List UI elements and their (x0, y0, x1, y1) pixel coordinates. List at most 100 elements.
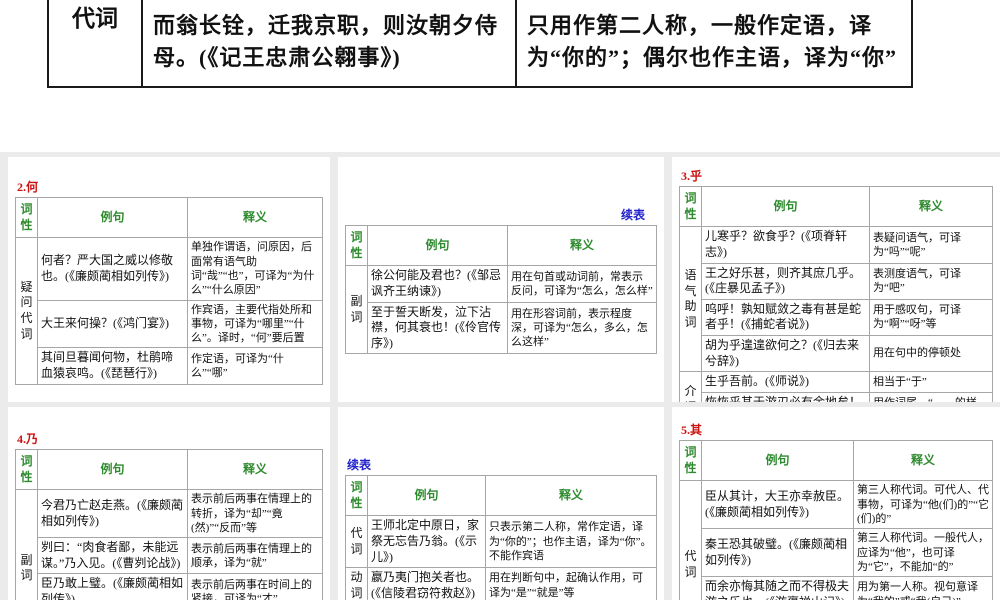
example-cell: 至于誓天断发，泣下沾襟，何其衰也！(《伶官传序》) (367, 301, 508, 355)
continued-label: 续表 (620, 208, 645, 222)
example-cell: 臣乃敢上璧。(《廉颇蔺相如列传》) (37, 573, 188, 600)
col-header-pos: 词性 (345, 225, 368, 267)
col-header-meaning: 释义 (187, 197, 323, 239)
example-cell: 而余亦悔其随之而不得极夫游之乐也。(《游褒禅山记》) (701, 576, 854, 600)
meaning-cell: 用在形容词前，表示程度深，可译为“怎么，多么，怎么这样” (507, 301, 657, 355)
table-row: 动词 嬴乃夷门抱关者也。(《信陵君窃符救赵》) 用在判断句中，起确认作用，可译为“是… (345, 567, 657, 600)
meaning-cell: 用在句首或动词前，常表示反问，可译为“怎么，怎么样” (507, 265, 657, 303)
meaning-cell: 表示前后两事在情理上的转折，译为“却”“竟(然)”“反而”等 (187, 489, 323, 539)
meaning-cell: 用在句中的停顿处 (869, 334, 993, 373)
panel-title: 4.乃 (17, 432, 39, 446)
meaning-cell: 表示前后两事在时间上的紧接，可译为“才” (187, 573, 323, 600)
pos-cell: 代词 (47, 0, 143, 88)
example-cell: 嬴乃夷门抱关者也。(《信陵君窃符救赵》) (367, 567, 486, 600)
table-row: 大王来何操？(《鸿门宴》) 作宾语，主要代指处所和事物，可译为“哪里”“什么”。译… (16, 299, 323, 349)
example-cell: 儿寒乎？欲食乎？(《项脊轩志》) (701, 226, 870, 264)
example-cell: 大王来何操？(《鸿门宴》) (37, 299, 188, 349)
example-cell: 恢恢乎其于游刃必有余地矣！(《庖丁解牛》) (701, 391, 870, 402)
example-cell: 其间旦暮闻何物，杜鹃啼血猿哀鸣。(《琵琶行》) (37, 347, 188, 385)
table-row: 语气助词 儿寒乎？欲食乎？(《项脊轩志》) 表疑问语气，可译为“吗”“呢” (679, 226, 993, 373)
header-row: 词性 例句 释义 (345, 475, 657, 517)
meaning-cell: 表疑问语气，可译为“吗”“呢” (869, 226, 993, 264)
table-row: 代词 而翁长铨，迁我京职，则汝朝夕侍母。(《记王忠肃公翱事》) 只用作第二人称，… (47, 0, 913, 88)
word-usage-table: 词性 例句 释义 副词 徐公何能及君也？(《邹忌讽齐王纳谏》) 用在句首或动词前，常表示反… (345, 225, 657, 355)
header-row: 词性 例句 释义 (679, 186, 993, 228)
word-usage-table: 词性 例句 释义 代词 臣从其计，大王亦幸赦臣。(《廉颇蔺相如列传》) 第三人称代词。可代… (679, 440, 993, 600)
example-cell: 王之好乐甚，则齐其庶几乎。(《庄暴见孟子》) (701, 262, 870, 300)
col-header-example: 例句 (701, 186, 870, 228)
example-cell: 刿曰：“肉食者鄙，未能远谋。”乃入见。(《曹刿论战》) (37, 537, 188, 575)
table-row: 恢恢乎其于游刃必有余地矣！(《庖丁解牛》)用作词尾，“……的样子” (680, 391, 993, 402)
col-header-pos: 词性 (345, 475, 368, 517)
meaning-cell: 单独作谓语，问原因，后面常有语气助词“哉”“也”，可译为“为什么”“什么原因” (187, 237, 323, 301)
panel-4-nai: 4.乃 词性 例句 释义 副词 今君乃亡赵走燕。(《廉颇蔺相如列传》) 表示前后两事在情理… (8, 407, 330, 600)
example-cell: 臣从其计，大王亦幸赦臣。(《廉颇蔺相如列传》) (701, 480, 854, 530)
col-header-meaning: 释义 (853, 440, 993, 482)
panel-title: 5.其 (681, 423, 703, 437)
example-cell: 而翁长铨，迁我京职，则汝朝夕侍母。(《记王忠肃公翱事》) (141, 0, 517, 88)
meaning-cell: 作定语，可译为“什么”“哪” (187, 347, 323, 385)
col-header-meaning: 释义 (869, 186, 993, 228)
col-header-meaning: 释义 (485, 475, 657, 517)
table-row: 而余亦悔其随之而不得极夫游之乐也。(《游褒禅山记》)用为第一人称。视句意译为“我… (680, 576, 993, 600)
header-row: 词性 例句 释义 (345, 225, 657, 267)
col-header-example: 例句 (37, 449, 188, 491)
col-header-pos: 词性 (679, 440, 702, 482)
table-row: 副词 今君乃亡赵走燕。(《廉颇蔺相如列传》) 表示前后两事在情理上的转折，译为“却”… (15, 489, 323, 600)
table-row: 王之好乐甚，则齐其庶几乎。(《庄暴见孟子》) 表测度语气，可译为“吧” (680, 262, 993, 300)
word-usage-table: 词性 例句 释义 副词 今君乃亡赵走燕。(《廉颇蔺相如列传》) 表示前后两事在情理上的转折… (15, 449, 323, 600)
table-row: 代词 王师北定中原日，家祭无忘告乃翁。(《示儿》) 只表示第二人称，常作定语，译为“… (345, 515, 657, 569)
meaning-cell: 用为第一人称。视句意译为“我的”或“我(自己)” (853, 576, 993, 600)
table-row: 介词生乎吾前。(《师说》)相当于“于” (679, 371, 993, 402)
pos-cell: 代词 (679, 480, 702, 600)
table-row: 其间旦暮闻何物，杜鹃啼血猿哀鸣。(《琵琶行》) 作定语，可译为“什么”“哪” (16, 347, 323, 385)
example-cell: 呜呼！孰知赋敛之毒有甚是蛇者乎！(《捕蛇者说》) (701, 298, 870, 336)
example-cell: 王师北定中原日，家祭无忘告乃翁。(《示儿》) (367, 515, 486, 569)
table-row: 代词 臣从其计，大王亦幸赦臣。(《廉颇蔺相如列传》) 第三人称代词。可代人、代事物，… (679, 480, 993, 600)
pos-cell: 语气助词 (679, 226, 702, 373)
pos-cell: 介词 (679, 371, 702, 402)
col-header-pos: 词性 (15, 197, 38, 239)
meaning-cell: 作宾语，主要代指处所和事物，可译为“哪里”“什么”。译时，“何”要后置 (187, 299, 323, 349)
panels-grid: 2.何 词性 例句 释义 疑问代词 何者？严大国之威以修敬也。(《廉颇蔺相如列传》) 单独… (0, 152, 1000, 600)
header-row: 词性 例句 释义 (15, 197, 323, 239)
pos-cell: 动词 (345, 567, 368, 600)
table-row: 疑问代词 何者？严大国之威以修敬也。(《廉颇蔺相如列传》) 单独作谓语，问原因，后面… (15, 237, 323, 385)
example-cell: 徐公何能及君也？(《邹忌讽齐王纳谏》) (367, 265, 508, 303)
panel-2-he: 2.何 词性 例句 释义 疑问代词 何者？严大国之威以修敬也。(《廉颇蔺相如列传》) 单独… (8, 157, 330, 402)
example-cell: 生乎吾前。(《师说》) (701, 371, 870, 393)
table-row: 秦王恐其破璧。(《廉颇蔺相如列传》) 第三人称代词。一般代人，应译为“他”，也可译… (680, 528, 993, 578)
example-cell: 秦王恐其破璧。(《廉颇蔺相如列传》) (701, 528, 854, 578)
word-usage-table: 词性 例句 释义 语气助词 儿寒乎？欲食乎？(《项脊轩志》) 表疑问语气，可译为“吗”“呢… (679, 186, 993, 402)
word-usage-table: 词性 例句 释义 疑问代词 何者？严大国之威以修敬也。(《廉颇蔺相如列传》) 单独作谓语，… (15, 197, 323, 385)
example-cell: 胡为乎遑遑欲何之？(《归去来兮辞》) (701, 334, 870, 373)
table-row: 至于誓天断发，泣下沾襟，何其衰也！(《伶官传序》) 用在形容词前，表示程度深，可译… (346, 301, 657, 355)
table-row: 胡为乎遑遑欲何之？(《归去来兮辞》) 用在句中的停顿处 (680, 334, 993, 373)
meaning-cell: 第三人称代词。可代人、代事物，可译为“他(们)的”“它(们)的” (853, 480, 993, 530)
meaning-cell: 表示前后两事在情理上的顺承，译为“就” (187, 537, 323, 575)
table-row: 呜呼！孰知赋敛之毒有甚是蛇者乎！(《捕蛇者说》) 用于感叹句，可译为“啊”“呀”等 (680, 298, 993, 336)
meaning-cell: 用于感叹句，可译为“啊”“呀”等 (869, 298, 993, 336)
panel-5-qi: 5.其 词性 例句 释义 代词 臣从其计，大王亦幸赦臣。(《廉颇蔺相如列传》) 第三人称代… (672, 407, 1000, 600)
meaning-cell: 只表示第二人称，常作定语，译为“你的”；也作主语，译为“你”。不能作宾语 (485, 515, 657, 569)
col-header-meaning: 释义 (187, 449, 323, 491)
col-header-pos: 词性 (679, 186, 702, 228)
panel-continued-nai: 续表 词性 例句 释义 代词 王师北定中原日，家祭无忘告乃翁。(《示儿》) 只表示第二人称… (338, 407, 664, 600)
table-row: 臣乃敢上璧。(《廉颇蔺相如列传》) 表示前后两事在时间上的紧接，可译为“才” (16, 573, 323, 600)
meaning-cell: 表测度语气，可译为“吧” (869, 262, 993, 300)
pos-cell: 代词 (345, 515, 368, 569)
meaning-cell: 用在判断句中，起确认作用，可译为“是”“就是”等 (485, 567, 657, 600)
col-header-example: 例句 (367, 475, 486, 517)
col-header-example: 例句 (367, 225, 508, 267)
slide-page: { "top_table": { "pos_label": "代词", "exa… (0, 0, 1000, 600)
col-header-example: 例句 (37, 197, 188, 239)
top-summary-section: 代词 而翁长铨，迁我京职，则汝朝夕侍母。(《记王忠肃公翱事》) 只用作第二人称，… (0, 0, 1000, 152)
panel-continued-he: 续表 词性 例句 释义 副词 徐公何能及君也？(《邹忌讽齐王纳谏》) 用在句首或动词前，常… (338, 157, 664, 402)
pos-cell: 副词 (345, 265, 368, 355)
top-summary-table: 代词 而翁长铨，迁我京职，则汝朝夕侍母。(《记王忠肃公翱事》) 只用作第二人称，… (47, 0, 913, 88)
meaning-cell: 用作词尾，“……的样子” (869, 391, 993, 402)
example-cell: 今君乃亡赵走燕。(《廉颇蔺相如列传》) (37, 489, 188, 539)
example-cell: 何者？严大国之威以修敬也。(《廉颇蔺相如列传》) (37, 237, 188, 301)
panel-title: 2.何 (17, 180, 39, 194)
col-header-meaning: 释义 (507, 225, 657, 267)
